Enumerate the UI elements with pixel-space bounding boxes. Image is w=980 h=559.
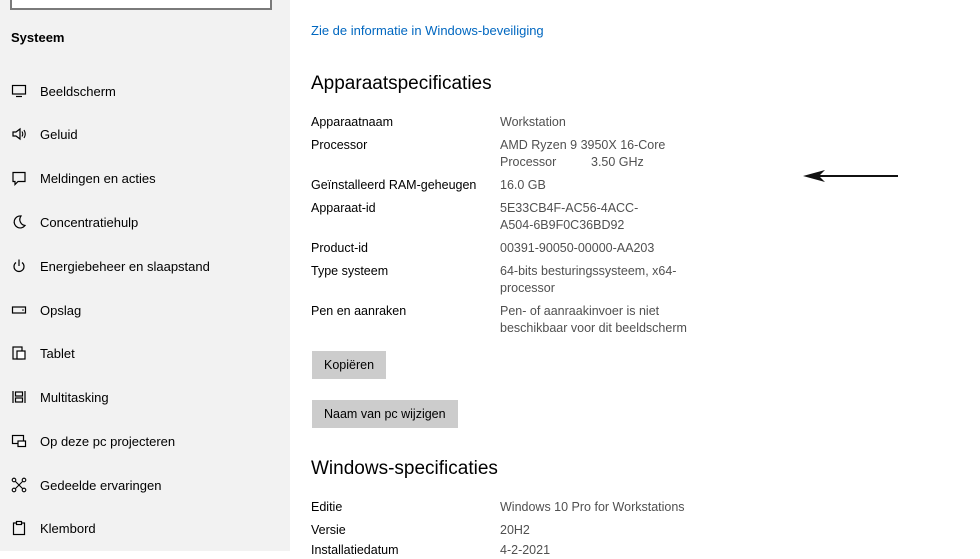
sidebar-item-label: Meldingen en acties bbox=[40, 170, 156, 186]
spec-value: 64-bits besturingssysteem, x64- processo… bbox=[500, 264, 677, 295]
spec-value: Windows 10 Pro for Workstations bbox=[500, 500, 685, 514]
spec-label: Editie bbox=[311, 500, 343, 514]
sidebar-item-label: Gedeelde ervaringen bbox=[40, 477, 162, 493]
spec-value: 16.0 GB bbox=[500, 178, 546, 192]
spec-value: Workstation bbox=[500, 115, 566, 129]
sidebar-title: Systeem bbox=[11, 30, 65, 45]
sidebar-item-tablet[interactable]: Tablet bbox=[0, 337, 290, 369]
spec-label: Geïnstalleerd RAM-geheugen bbox=[311, 178, 477, 192]
sidebar-item-label: Klembord bbox=[40, 520, 96, 536]
device-specs-heading: Apparaatspecificaties bbox=[311, 73, 492, 94]
spec-value: 5E33CB4F-AC56-4ACC- A504-6B9F0C36BD92 bbox=[500, 201, 639, 232]
project-icon bbox=[10, 432, 28, 450]
tablet-icon bbox=[10, 344, 28, 362]
spec-label: Installatiedatum bbox=[311, 543, 399, 557]
sidebar-item-gedeelde-ervaringen[interactable]: Gedeelde ervaringen bbox=[0, 469, 290, 501]
main-content: Zie de informatie in Windows-beveiliging… bbox=[290, 0, 980, 557]
spec-value: 20H2 bbox=[500, 523, 530, 537]
sidebar-item-geluid[interactable]: Geluid bbox=[0, 118, 290, 150]
sidebar-item-energiebeheer[interactable]: Energiebeheer en slaapstand bbox=[0, 250, 290, 282]
windows-specs-heading: Windows-specificaties bbox=[311, 458, 498, 479]
sidebar-item-label: Concentratiehulp bbox=[40, 214, 139, 230]
spec-label: Processor bbox=[311, 138, 368, 152]
sidebar-item-label: Tablet bbox=[40, 345, 75, 361]
search-input[interactable] bbox=[10, 0, 272, 10]
speaker-icon bbox=[10, 125, 28, 143]
spec-value: AMD Ryzen 9 3950X 16-Core Processor 3.50… bbox=[500, 138, 666, 169]
sidebar-item-beeldscherm[interactable]: Beeldscherm bbox=[0, 75, 290, 107]
copy-button[interactable]: Kopiëren bbox=[312, 351, 387, 379]
sidebar-item-label: Energiebeheer en slaapstand bbox=[40, 258, 210, 274]
sidebar-item-concentratiehulp[interactable]: Concentratiehulp bbox=[0, 206, 290, 238]
moon-icon bbox=[10, 213, 28, 231]
sidebar-item-multitasking[interactable]: Multitasking bbox=[0, 381, 290, 413]
sidebar-item-label: Opslag bbox=[40, 302, 82, 318]
power-icon bbox=[10, 257, 28, 275]
sidebar-item-label: Geluid bbox=[40, 126, 78, 142]
spec-label: Versie bbox=[311, 523, 346, 537]
sidebar-item-label: Beeldscherm bbox=[40, 83, 116, 99]
arrow-annotation-icon bbox=[803, 170, 898, 182]
multitasking-icon bbox=[10, 388, 28, 406]
spec-label: Apparaat-id bbox=[311, 201, 376, 215]
storage-icon bbox=[10, 301, 28, 319]
clipboard-icon bbox=[10, 519, 28, 537]
sidebar-item-meldingen[interactable]: Meldingen en acties bbox=[0, 162, 290, 194]
spec-label: Product-id bbox=[311, 241, 368, 255]
shared-icon bbox=[10, 476, 28, 494]
sidebar-item-klembord[interactable]: Klembord bbox=[0, 512, 290, 544]
spec-value: 00391-90050-00000-AA203 bbox=[500, 241, 655, 255]
sidebar-item-label: Multitasking bbox=[40, 389, 109, 405]
sidebar-item-projecteren[interactable]: Op deze pc projecteren bbox=[0, 425, 290, 457]
spec-label: Pen en aanraken bbox=[311, 304, 407, 318]
windows-security-link[interactable]: Zie de informatie in Windows-beveiliging bbox=[311, 23, 544, 38]
sidebar: Systeem Beeldscherm Geluid Meldingen en … bbox=[0, 0, 290, 551]
rename-pc-button[interactable]: Naam van pc wijzigen bbox=[312, 400, 458, 428]
spec-value: Pen- of aanraakinvoer is niet beschikbaa… bbox=[500, 304, 687, 335]
spec-label: Type systeem bbox=[311, 264, 389, 278]
sidebar-item-opslag[interactable]: Opslag bbox=[0, 294, 290, 326]
sidebar-item-label: Op deze pc projecteren bbox=[40, 433, 176, 449]
spec-label: Apparaatnaam bbox=[311, 115, 394, 129]
monitor-icon bbox=[10, 82, 28, 100]
notification-icon bbox=[10, 169, 28, 187]
